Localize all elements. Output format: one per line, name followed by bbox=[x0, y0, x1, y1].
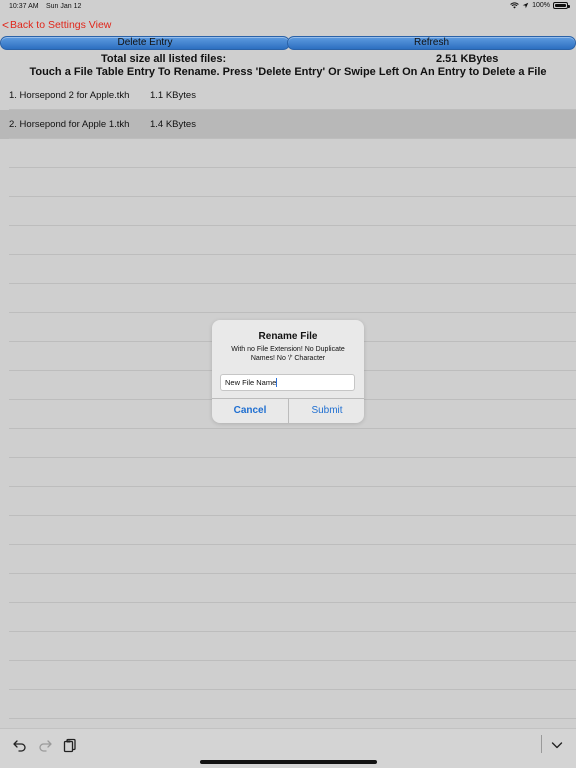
empty-row bbox=[0, 284, 576, 313]
empty-row bbox=[0, 168, 576, 197]
file-size: 1.4 KBytes bbox=[150, 119, 196, 130]
back-label: Back to Settings View bbox=[10, 19, 112, 31]
empty-row bbox=[0, 255, 576, 284]
text-cursor bbox=[276, 378, 278, 387]
status-date: Sun Jan 12 bbox=[46, 3, 82, 10]
dialog-title: Rename File bbox=[258, 331, 318, 342]
status-bar: 10:37 AM Sun Jan 12 100% bbox=[0, 0, 576, 14]
paste-icon[interactable] bbox=[62, 737, 78, 753]
file-row-1[interactable]: 1. Horsepond 2 for Apple.tkh 1.1 KBytes bbox=[0, 81, 576, 110]
new-file-name-input[interactable]: New File Name bbox=[220, 374, 355, 391]
cancel-button[interactable]: Cancel bbox=[212, 399, 288, 423]
input-text: New File Name bbox=[225, 378, 277, 387]
empty-row bbox=[0, 690, 576, 719]
rename-file-dialog: Rename File With no File Extension! No D… bbox=[212, 320, 364, 423]
total-size-label: Total size all listed files: bbox=[101, 53, 227, 65]
location-icon bbox=[522, 2, 529, 9]
dialog-message: With no File Extension! No Duplicate Nam… bbox=[231, 346, 345, 362]
empty-row bbox=[0, 429, 576, 458]
refresh-button[interactable]: Refresh bbox=[287, 36, 576, 50]
chevron-down-icon[interactable] bbox=[549, 737, 565, 753]
status-right: 100% bbox=[510, 2, 570, 9]
file-name: 1. Horsepond 2 for Apple.tkh bbox=[9, 90, 130, 101]
redo-icon[interactable] bbox=[37, 737, 53, 753]
chevron-left-icon: < bbox=[2, 18, 10, 32]
battery-icon bbox=[553, 2, 570, 9]
empty-row bbox=[0, 487, 576, 516]
submit-button[interactable]: Submit bbox=[289, 399, 364, 423]
wifi-icon bbox=[510, 2, 519, 9]
empty-row bbox=[0, 574, 576, 603]
file-name: 2. Horsepond for Apple 1.tkh bbox=[9, 119, 130, 130]
total-size-summary: Total size all listed files: 2.51 KBytes bbox=[0, 52, 576, 66]
action-button-row: Delete Entry Refresh bbox=[0, 36, 576, 50]
delete-entry-button[interactable]: Delete Entry bbox=[0, 36, 290, 50]
battery-percent: 100% bbox=[532, 2, 550, 9]
file-row-2[interactable]: 2. Horsepond for Apple 1.tkh 1.4 KBytes bbox=[0, 110, 576, 139]
back-to-settings-link[interactable]: < Back to Settings View bbox=[2, 18, 111, 32]
file-size: 1.1 KBytes bbox=[150, 90, 196, 101]
empty-row bbox=[0, 197, 576, 226]
empty-row bbox=[0, 545, 576, 574]
status-time: 10:37 AM bbox=[9, 3, 39, 10]
toolbar-divider bbox=[541, 735, 542, 753]
empty-row bbox=[0, 516, 576, 545]
empty-row bbox=[0, 603, 576, 632]
undo-icon[interactable] bbox=[12, 737, 28, 753]
battery-fill bbox=[555, 4, 566, 7]
total-size-value: 2.51 KBytes bbox=[436, 53, 499, 65]
instruction-text: Touch a File Table Entry To Rename. Pres… bbox=[29, 66, 547, 78]
home-indicator[interactable] bbox=[200, 760, 377, 764]
empty-row bbox=[0, 632, 576, 661]
empty-row bbox=[0, 139, 576, 168]
empty-row bbox=[0, 458, 576, 487]
empty-row bbox=[0, 226, 576, 255]
empty-row bbox=[0, 661, 576, 690]
